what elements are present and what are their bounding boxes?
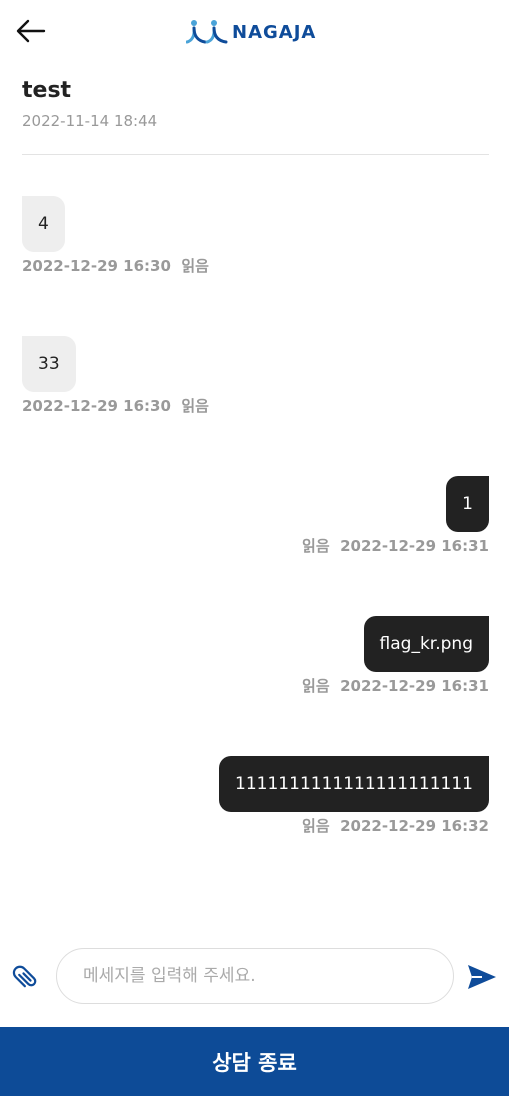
top-bar: NAGAJA — [0, 0, 509, 64]
read-status: 읽음 — [302, 817, 330, 835]
message-time: 2022-12-29 16:31 — [340, 677, 489, 695]
message-time: 2022-12-29 16:31 — [340, 537, 489, 555]
read-status: 읽음 — [302, 677, 330, 695]
message-meta: 읽음 2022-12-29 16:32 — [219, 816, 489, 836]
created-date: 2022-11-14 18:44 — [22, 112, 158, 130]
message-composer — [0, 946, 509, 1008]
message-meta: 2022-12-29 16:30 읽음 — [22, 256, 209, 276]
message-bubble: 1 — [446, 476, 489, 532]
arrow-left-icon — [16, 19, 46, 43]
page-title: test — [22, 78, 72, 103]
send-button[interactable] — [466, 962, 498, 992]
message-item: 1111111111111111111111 읽음 2022-12-29 16:… — [219, 756, 489, 836]
message-bubble: 1111111111111111111111 — [219, 756, 489, 812]
message-meta: 2022-12-29 16:30 읽음 — [22, 396, 209, 416]
end-consultation-button[interactable]: 상담 종료 — [0, 1027, 509, 1096]
message-bubble: 33 — [22, 336, 76, 392]
message-item: 33 2022-12-29 16:30 읽음 — [22, 336, 209, 416]
nagaja-logo-icon — [186, 20, 228, 44]
read-status: 읽음 — [181, 397, 209, 415]
message-item: flag_kr.png 읽음 2022-12-29 16:31 — [302, 616, 489, 696]
read-status: 읽음 — [302, 537, 330, 555]
back-button[interactable] — [14, 16, 48, 46]
message-meta: 읽음 2022-12-29 16:31 — [302, 676, 489, 696]
message-time: 2022-12-29 16:30 — [22, 397, 171, 415]
brand-name: NAGAJA — [232, 21, 317, 43]
message-time: 2022-12-29 16:30 — [22, 257, 171, 275]
header-divider — [22, 154, 489, 155]
paperclip-icon — [12, 965, 37, 988]
message-item: 1 읽음 2022-12-29 16:31 — [302, 476, 489, 556]
attach-button[interactable] — [12, 962, 42, 992]
chat-header: test 2022-11-14 18:44 — [22, 76, 489, 132]
message-item: 4 2022-12-29 16:30 읽음 — [22, 196, 209, 276]
send-icon — [468, 965, 496, 989]
message-time: 2022-12-29 16:32 — [340, 817, 489, 835]
message-bubble: 4 — [22, 196, 65, 252]
message-meta: 읽음 2022-12-29 16:31 — [302, 536, 489, 556]
message-input[interactable] — [56, 948, 454, 1004]
brand-logo: NAGAJA — [186, 18, 316, 46]
file-attachment-bubble[interactable]: flag_kr.png — [363, 616, 489, 672]
read-status: 읽음 — [181, 257, 209, 275]
